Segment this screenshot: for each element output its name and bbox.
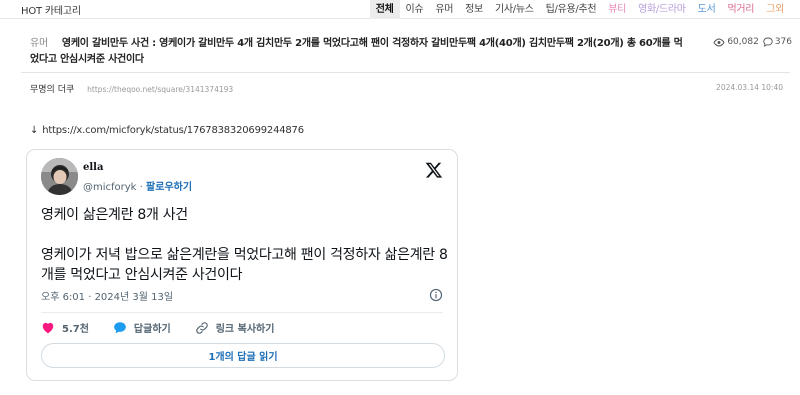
post-title-text: 영케이 갈비만두 사건 : 영케이가 갈비만두 4개 김치만두 2개를 먹었다고… xyxy=(30,38,683,65)
view-count-value: 60,082 xyxy=(727,37,759,47)
post-meta: 무명의 더쿠 https://theqoo.net/square/3141374… xyxy=(30,82,790,96)
tab-all[interactable]: 전체 xyxy=(369,0,400,19)
post-title: 유머 영케이 갈비만두 사건 : 영케이가 갈비만두 4개 김치만두 2개를 먹었… xyxy=(30,36,690,68)
tweet-user-line: @micforyk · 팔로우하기 xyxy=(83,178,192,193)
tab-tips[interactable]: 팁/유용/추천 xyxy=(540,0,603,19)
tab-news[interactable]: 기사/뉴스 xyxy=(489,0,540,19)
tab-issue[interactable]: 이슈 xyxy=(400,0,430,19)
category-tabs: 전체 이슈 유머 정보 기사/뉴스 팁/유용/추천 뷰티 영화/드라마 도서 먹… xyxy=(369,0,790,19)
like-count: 5.7천 xyxy=(62,324,89,335)
post-date: 2024.03.14 10:40 xyxy=(716,83,783,92)
reply-bubble-icon xyxy=(114,322,126,334)
tweet-body: 영케이 삶은계란 8개 사건 영케이가 저녁 밥으로 삶은계란을 먹었다고해 팬… xyxy=(41,205,451,285)
source-link-row: ↓ https://x.com/micforyk/status/17678383… xyxy=(30,125,304,136)
source-link[interactable]: https://x.com/micforyk/status/1767838320… xyxy=(42,125,304,136)
tab-humor[interactable]: 유머 xyxy=(429,0,459,19)
hot-category-label: HOT 카테고리 xyxy=(21,6,81,17)
down-arrow-icon: ↓ xyxy=(30,125,39,136)
read-replies-button[interactable]: 1개의 답글 읽기 xyxy=(41,343,445,368)
heart-icon xyxy=(42,322,54,334)
tweet-paragraph-2: 영케이가 저녁 밥으로 삶은계란을 먹었다고해 팬이 걱정하자 삶은계란 8개를… xyxy=(41,247,448,283)
copy-link-button[interactable]: 링크 복사하기 xyxy=(195,320,275,335)
tab-beauty[interactable]: 뷰티 xyxy=(602,0,632,19)
tweet-timestamp[interactable]: 오후 6:01 · 2024년 3월 13일 xyxy=(41,288,173,303)
tab-food[interactable]: 먹거리 xyxy=(721,0,760,19)
category-bar: HOT 카테고리 전체 이슈 유머 정보 기사/뉴스 팁/유용/추천 뷰티 영화… xyxy=(0,0,800,19)
tweet-display-name[interactable]: ella xyxy=(83,162,103,173)
comment-count[interactable]: 376 xyxy=(763,37,792,47)
tweet-divider xyxy=(41,312,443,313)
post-header: 유머 영케이 갈비만두 사건 : 영케이가 갈비만두 4개 김치만두 2개를 먹었… xyxy=(30,36,800,68)
tweet-handle[interactable]: @micforyk xyxy=(83,182,136,193)
copy-link-label: 링크 복사하기 xyxy=(215,324,275,335)
reply-button[interactable]: 답글하기 xyxy=(113,320,171,335)
view-count: 60,082 xyxy=(713,37,759,47)
x-logo-icon[interactable] xyxy=(425,161,443,179)
like-button[interactable]: 5.7천 xyxy=(41,320,89,335)
avatar[interactable] xyxy=(41,158,78,195)
tab-etc[interactable]: 그외 xyxy=(760,0,790,19)
post-url[interactable]: https://theqoo.net/square/3141374193 xyxy=(87,85,233,94)
tab-books[interactable]: 도서 xyxy=(692,0,722,19)
info-icon[interactable] xyxy=(429,288,443,302)
comment-icon xyxy=(763,37,773,47)
comment-count-value: 376 xyxy=(774,37,792,47)
dot-separator: · xyxy=(139,182,143,193)
tab-info[interactable]: 정보 xyxy=(459,0,489,19)
tweet-actions: 5.7천 답글하기 링크 복사하기 xyxy=(41,320,298,335)
follow-button[interactable]: 팔로우하기 xyxy=(146,182,192,193)
post-author: 무명의 더쿠 xyxy=(30,85,75,95)
tweet-paragraph-1: 영케이 삶은계란 8개 사건 xyxy=(41,207,188,223)
eye-icon xyxy=(713,37,725,47)
header-divider xyxy=(21,72,790,73)
tab-movie-drama[interactable]: 영화/드라마 xyxy=(632,0,692,19)
link-icon xyxy=(195,321,208,334)
reply-label: 답글하기 xyxy=(133,324,171,335)
post-category: 유머 xyxy=(30,38,48,49)
post-stats: 60,082 376 xyxy=(713,37,792,47)
avatar-photo xyxy=(41,158,78,195)
embedded-tweet: ella @micforyk · 팔로우하기 영케이 삶은계란 8개 사건 영케… xyxy=(26,149,458,381)
